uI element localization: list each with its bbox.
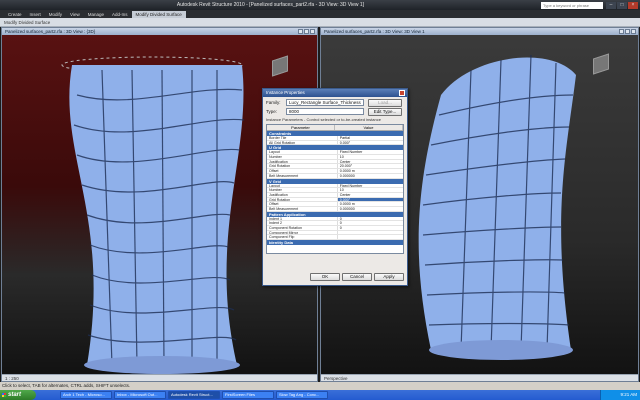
param-value[interactable]: 0.000000 (338, 174, 403, 178)
dialog-footer: OK Cancel Apply (310, 273, 404, 281)
close-icon[interactable]: × (628, 1, 638, 9)
viewport-close-icon[interactable] (631, 29, 636, 34)
taskbar-item[interactable]: FirstScreen Files (222, 391, 274, 399)
taskbar: start Arch 1 Tech - Microso... Inbox - M… (0, 390, 640, 400)
param-name: Grid Rotation (267, 164, 338, 169)
param-value[interactable] (338, 231, 403, 235)
tab-modify[interactable]: Modify (45, 11, 66, 18)
tab-insert[interactable]: Insert (26, 11, 45, 18)
param-name: Number (267, 155, 338, 159)
dialog-title-text: Instance Properties (266, 90, 305, 95)
param-value[interactable]: 20.000° (338, 164, 403, 168)
header-parameter: Parameter (267, 125, 335, 130)
parameter-body: Constraints Border Tile Partial All Grid Ro… (267, 131, 403, 246)
family-label: Family: (266, 100, 281, 105)
param-value[interactable]: 0 (338, 226, 403, 230)
type-select[interactable]: 8000 (286, 108, 364, 115)
param-value[interactable]: 10 (338, 188, 403, 192)
param-value[interactable]: 10 (338, 155, 403, 159)
viewport-left-title: Panelized surfaces_part2.rfa : 3D View :… (2, 28, 317, 35)
param-name: Number (267, 188, 338, 192)
viewport-maximize-icon[interactable] (625, 29, 630, 34)
title-bar: Autodesk Revit Structure 2010 - [Paneliz… (0, 0, 640, 10)
cancel-button[interactable]: Cancel (342, 273, 372, 281)
param-name: Border Tile (267, 136, 338, 140)
param-name: Grid Rotation (267, 197, 338, 202)
family-select[interactable]: Lucy_Rectangle Surface_Thickness (286, 99, 364, 106)
viewport-close-icon[interactable] (310, 29, 315, 34)
viewport-minimize-icon[interactable] (619, 29, 624, 34)
param-name: Offset (267, 202, 338, 206)
dialog-close-icon[interactable] (399, 90, 405, 96)
param-value[interactable]: 0 (338, 221, 403, 225)
param-name: Indent 2 (267, 221, 338, 225)
system-clock: 9:21 AM (600, 390, 640, 400)
search-input[interactable]: Type a keyword or phrase (541, 1, 603, 9)
param-value[interactable]: Partial (338, 136, 403, 140)
param-name: Component Mirror (267, 230, 338, 235)
param-name: Offset (267, 169, 338, 173)
tab-create[interactable]: Create (4, 11, 26, 18)
type-row: Type: 8000 Edit Type... (266, 107, 404, 116)
ok-button[interactable]: OK (310, 273, 340, 281)
param-value[interactable]: Fixed Number (338, 184, 403, 188)
minimize-icon[interactable]: – (606, 1, 616, 9)
param-value[interactable]: 0.000° (338, 141, 403, 145)
instance-params-note: Instance Parameters - Control selected o… (266, 117, 381, 122)
taskbar-item[interactable]: Inbox - Microsoft Out... (114, 391, 166, 399)
tab-manage[interactable]: Manage (84, 11, 108, 18)
quick-launch (36, 390, 60, 400)
param-name: Justification (267, 192, 338, 197)
taskbar-item[interactable]: Arch 1 Tech - Microso... (60, 391, 112, 399)
param-value[interactable]: Fixed Number (338, 150, 403, 154)
instance-properties-dialog: Instance Properties Family: Lucy_Rectang… (262, 88, 408, 286)
param-name: Belt Measurement (267, 173, 338, 178)
param-name: Indent 1 (267, 216, 338, 221)
viewport-right-controls (619, 29, 636, 34)
param-value[interactable]: 0 (338, 217, 403, 221)
param-name: Justification (267, 159, 338, 164)
maximize-icon[interactable]: □ (617, 1, 627, 9)
taskbar-item[interactable]: Slow Tag Ang - Conc... (276, 391, 328, 399)
param-value[interactable]: Center (338, 193, 403, 197)
param-value[interactable]: 0.000° (337, 197, 403, 202)
header-value: Value (335, 125, 403, 130)
viewport-left-controlbar: 1 : 250 (2, 374, 317, 381)
taskbar-item[interactable]: Autodesk Revit Struct... (168, 391, 220, 399)
family-row: Family: Lucy_Rectangle Surface_Thickness… (266, 98, 404, 107)
tab-modify-divided-surface[interactable]: Modify Divided Surface (131, 10, 186, 18)
context-bar: Modify Divided Surface (0, 18, 640, 27)
param-name: All Grid Rotation (267, 140, 338, 145)
view-scale[interactable]: 1 : 250 (5, 376, 19, 381)
param-value[interactable] (338, 235, 403, 239)
param-value[interactable]: 0.000000 (338, 207, 403, 211)
viewport-minimize-icon[interactable] (298, 29, 303, 34)
view-mode[interactable]: Perspective (324, 376, 348, 381)
param-section-header[interactable]: Identity Data (267, 240, 403, 246)
apply-button[interactable]: Apply (374, 273, 404, 281)
viewport-right-title: Panelized surfaces_part2.rfa : 3D View: … (321, 28, 638, 35)
param-value[interactable]: 0.0000 m (338, 169, 403, 173)
tab-view[interactable]: View (66, 11, 84, 18)
param-name: Component Flip (267, 235, 338, 240)
viewport-left-controls (298, 29, 315, 34)
param-value[interactable]: 0.0000 m (338, 202, 403, 206)
edit-type-button[interactable]: Edit Type... (368, 107, 402, 116)
ribbon-tabs: Create Insert Modify View Manage Add-Ins… (0, 10, 640, 18)
param-value[interactable]: Center (338, 160, 403, 164)
window-title: Autodesk Revit Structure 2010 - [Paneliz… (176, 2, 365, 8)
status-bar: Click to select, TAB for alternates, CTR… (0, 382, 640, 390)
parameter-grid[interactable]: Parameter Value Constraints Border Tile Pa… (266, 124, 404, 254)
start-button[interactable]: start (0, 390, 36, 400)
param-name: Layout (267, 150, 338, 155)
param-name: Layout (267, 183, 338, 188)
param-name: Belt Measurement (267, 206, 338, 211)
viewport-maximize-icon[interactable] (304, 29, 309, 34)
tab-add-ins[interactable]: Add-Ins (108, 11, 132, 18)
viewport-right-controlbar: Perspective (321, 374, 638, 381)
dialog-title: Instance Properties (263, 89, 407, 97)
type-label: Type: (266, 109, 278, 114)
param-name: Component Rotation (267, 226, 338, 230)
load-button[interactable]: Load... (368, 98, 402, 107)
